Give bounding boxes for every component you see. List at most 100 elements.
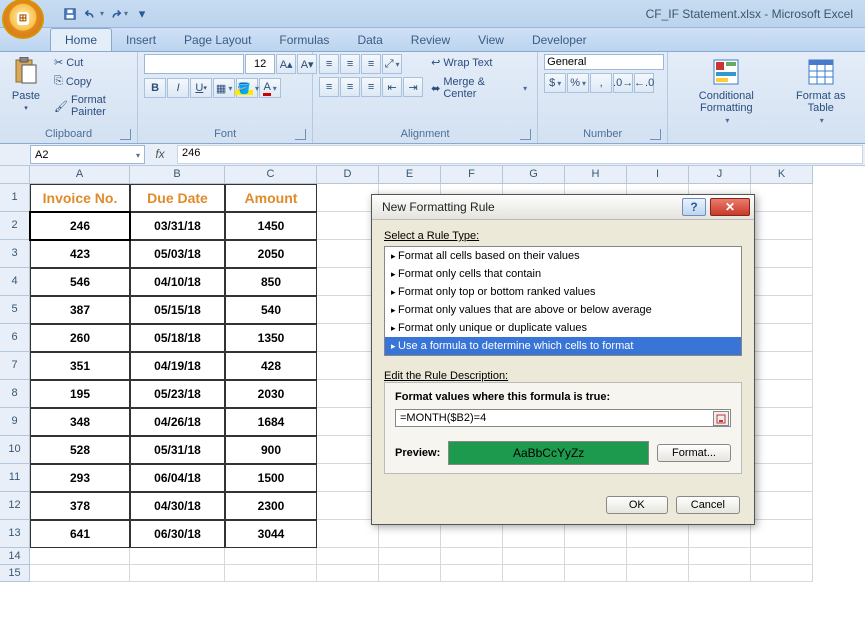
cell[interactable] [317, 408, 379, 436]
cell[interactable]: 3044 [225, 520, 317, 548]
cell[interactable]: 04/26/18 [130, 408, 225, 436]
cell[interactable] [130, 565, 225, 582]
cell[interactable] [751, 436, 813, 464]
cell[interactable]: 05/03/18 [130, 240, 225, 268]
cell[interactable] [317, 548, 379, 565]
office-button[interactable]: ⊞ [2, 0, 44, 39]
align-top-button[interactable]: ≡ [319, 54, 339, 74]
column-header[interactable]: J [689, 166, 751, 184]
cell[interactable] [317, 240, 379, 268]
cell[interactable]: 05/18/18 [130, 324, 225, 352]
decrease-indent-button[interactable]: ⇤ [382, 77, 402, 97]
row-header[interactable]: 8 [0, 380, 30, 408]
cell[interactable]: 387 [30, 296, 130, 324]
redo-icon[interactable] [108, 4, 128, 24]
row-header[interactable]: 14 [0, 548, 30, 565]
cell[interactable] [565, 548, 627, 565]
cell[interactable] [441, 565, 503, 582]
select-all-corner[interactable] [0, 166, 30, 184]
align-center-button[interactable]: ≡ [340, 77, 360, 97]
ok-button[interactable]: OK [606, 496, 668, 514]
cell[interactable]: 1350 [225, 324, 317, 352]
orientation-button[interactable]: ⤢ [382, 54, 402, 74]
cell[interactable]: 641 [30, 520, 130, 548]
format-as-table-button[interactable]: Format as Table [783, 54, 860, 127]
align-right-button[interactable]: ≡ [361, 77, 381, 97]
collapse-dialog-icon[interactable] [713, 411, 729, 426]
align-bottom-button[interactable]: ≡ [361, 54, 381, 74]
border-button[interactable]: ▦ [213, 78, 235, 98]
row-header[interactable]: 6 [0, 324, 30, 352]
italic-button[interactable]: I [167, 78, 189, 98]
cell[interactable] [379, 548, 441, 565]
cell[interactable] [751, 380, 813, 408]
cell[interactable] [317, 184, 379, 212]
tab-formulas[interactable]: Formulas [265, 29, 343, 51]
cell[interactable] [751, 324, 813, 352]
column-header[interactable]: G [503, 166, 565, 184]
increase-indent-button[interactable]: ⇥ [403, 77, 423, 97]
decrease-decimal-button[interactable]: ←.0 [634, 73, 654, 93]
column-header[interactable]: C [225, 166, 317, 184]
cell[interactable]: 05/15/18 [130, 296, 225, 324]
align-middle-button[interactable]: ≡ [340, 54, 360, 74]
cell[interactable]: 195 [30, 380, 130, 408]
fill-color-button[interactable]: 🪣 [236, 78, 258, 98]
cell[interactable] [441, 548, 503, 565]
fx-label[interactable]: fx [145, 144, 175, 165]
dialog-help-button[interactable]: ? [682, 198, 706, 216]
row-header[interactable]: 12 [0, 492, 30, 520]
cell[interactable] [751, 184, 813, 212]
cell[interactable] [379, 565, 441, 582]
row-header[interactable]: 9 [0, 408, 30, 436]
cell[interactable] [751, 212, 813, 240]
rule-type-item[interactable]: Format all cells based on their values [385, 247, 741, 265]
cell[interactable] [225, 565, 317, 582]
cell[interactable] [225, 548, 317, 565]
cell[interactable]: Due Date [130, 184, 225, 212]
rule-type-list[interactable]: Format all cells based on their valuesFo… [384, 246, 742, 356]
cell[interactable] [751, 520, 813, 548]
tab-view[interactable]: View [464, 29, 518, 51]
row-header[interactable]: 5 [0, 296, 30, 324]
cell[interactable]: 378 [30, 492, 130, 520]
column-header[interactable]: F [441, 166, 503, 184]
cancel-button[interactable]: Cancel [676, 496, 740, 514]
row-header[interactable]: 15 [0, 565, 30, 582]
column-header[interactable]: I [627, 166, 689, 184]
cell[interactable] [317, 324, 379, 352]
cell[interactable]: 428 [225, 352, 317, 380]
cell[interactable] [689, 565, 751, 582]
cell[interactable] [30, 565, 130, 582]
formula-input[interactable]: 246 [177, 145, 863, 164]
cell[interactable] [130, 548, 225, 565]
name-box[interactable]: A2 [30, 145, 145, 164]
conditional-formatting-button[interactable]: Conditional Formatting [674, 54, 778, 127]
cell[interactable]: 260 [30, 324, 130, 352]
row-header[interactable]: 11 [0, 464, 30, 492]
cell[interactable]: Amount [225, 184, 317, 212]
column-header[interactable]: B [130, 166, 225, 184]
row-header[interactable]: 2 [0, 212, 30, 240]
rule-type-item[interactable]: Use a formula to determine which cells t… [385, 337, 741, 355]
format-button[interactable]: Format... [657, 444, 731, 462]
column-header[interactable]: E [379, 166, 441, 184]
cell[interactable]: 540 [225, 296, 317, 324]
cell[interactable] [317, 296, 379, 324]
cell[interactable] [751, 492, 813, 520]
percent-format-button[interactable]: % [567, 73, 589, 93]
cell[interactable]: Invoice No. [30, 184, 130, 212]
row-header[interactable]: 13 [0, 520, 30, 548]
merge-center-button[interactable]: ⬌Merge & Center [427, 74, 531, 102]
tab-insert[interactable]: Insert [112, 29, 170, 51]
cell[interactable] [751, 296, 813, 324]
rule-formula-input[interactable] [395, 409, 731, 427]
qat-customize-icon[interactable]: ▾ [132, 4, 152, 24]
paste-button[interactable]: Paste ▾ [6, 54, 46, 114]
cell[interactable] [317, 520, 379, 548]
font-size-select[interactable] [245, 54, 275, 74]
cell[interactable]: 2300 [225, 492, 317, 520]
cell[interactable]: 293 [30, 464, 130, 492]
tab-data[interactable]: Data [343, 29, 396, 51]
column-header[interactable]: H [565, 166, 627, 184]
